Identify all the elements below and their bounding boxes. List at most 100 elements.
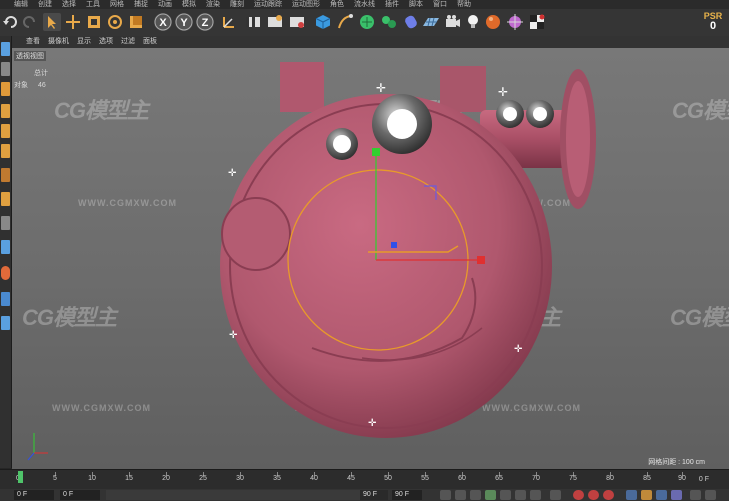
timeline-menu-button[interactable] [705, 490, 716, 500]
autokey-button[interactable] [588, 490, 599, 500]
goto-end-button[interactable] [530, 490, 541, 500]
sculpt-tool-icon[interactable] [506, 13, 524, 31]
points-mode-icon[interactable] [1, 104, 10, 118]
record-button[interactable] [573, 490, 584, 500]
cube-primitive-icon[interactable] [314, 13, 332, 31]
current-frame-field[interactable]: 0 F [14, 490, 54, 500]
menu-create[interactable]: 创建 [38, 0, 52, 9]
preview-end-field[interactable]: 90 F [360, 490, 388, 500]
key-scale-button[interactable] [641, 490, 652, 500]
y-axis-lock-button[interactable]: Y [175, 13, 193, 31]
scale-tool-icon[interactable] [85, 13, 103, 31]
snap-icon[interactable] [1, 266, 10, 280]
play-button[interactable] [485, 490, 496, 500]
light-bulb-icon[interactable] [464, 13, 482, 31]
menu-animate[interactable]: 动画 [158, 0, 172, 9]
start-frame-field[interactable]: 0 F [60, 490, 100, 500]
z-axis-lock-button[interactable]: Z [196, 13, 214, 31]
polygons-mode-icon[interactable] [1, 144, 10, 158]
recent-tool-icon[interactable] [127, 13, 145, 31]
move-tool-icon[interactable] [64, 13, 82, 31]
menu-script[interactable]: 脚本 [409, 0, 423, 9]
menu-help[interactable]: 帮助 [457, 0, 471, 9]
undo-icon[interactable] [2, 13, 20, 31]
make-editable-icon[interactable] [1, 42, 10, 56]
end-frame-field[interactable]: 90 F [392, 490, 422, 500]
timeline-end-frame: 0 F [698, 476, 709, 483]
menu-window[interactable]: 窗口 [433, 0, 447, 9]
rotate-tool-icon[interactable] [106, 13, 124, 31]
menu-simulate[interactable]: 模拟 [182, 0, 196, 9]
next-key-button[interactable] [515, 490, 526, 500]
psr-indicator: PSR 0 [703, 11, 723, 32]
goto-start-button[interactable] [440, 490, 451, 500]
viewport-menu-view[interactable]: 查看 [26, 36, 40, 48]
floor-environment-icon[interactable] [422, 13, 440, 31]
timeline[interactable]: 0 5 10 15 20 25 30 35 40 45 50 55 60 65 … [0, 469, 729, 490]
texture-mode-icon[interactable] [1, 82, 10, 96]
viewport-menu-display[interactable]: 显示 [77, 36, 91, 48]
menu-pipeline[interactable]: 流水线 [354, 0, 375, 9]
main-toolbar: X Y Z PSR 0 [0, 9, 729, 37]
prev-key-button[interactable] [455, 490, 466, 500]
viewport-menu-panel[interactable]: 面板 [143, 36, 157, 48]
preview-range-slider[interactable] [106, 490, 386, 500]
menu-select[interactable]: 选择 [62, 0, 76, 9]
prev-frame-button[interactable] [470, 490, 481, 500]
menu-plugins[interactable]: 插件 [385, 0, 399, 9]
menu-sculpt[interactable]: 雕刻 [230, 0, 244, 9]
key-rotation-button[interactable] [656, 490, 667, 500]
perspective-viewport[interactable]: 透视视图 总计 对象 46 CG模型主 CG模型主 CG模型主 WWW.CGMX… [12, 48, 729, 469]
edges-mode-icon[interactable] [1, 124, 10, 138]
model-mode-icon[interactable] [1, 62, 10, 76]
menu-snap[interactable]: 捕捉 [134, 0, 148, 9]
menu-bar: 编辑 创建 选择 工具 网格 捕捉 动画 模拟 渲染 雕刻 运动跟踪 运动图形 … [0, 0, 729, 9]
gizmo-y-handle[interactable] [372, 148, 380, 156]
next-frame-button[interactable] [500, 490, 511, 500]
cloner-icon[interactable] [380, 13, 398, 31]
viewport-solo-icon[interactable] [1, 216, 10, 230]
render-view-icon[interactable] [244, 13, 262, 31]
gizmo-z-handle[interactable] [391, 242, 397, 248]
keyframe-selection-button[interactable] [603, 490, 614, 500]
key-position-button[interactable] [626, 490, 637, 500]
menu-render[interactable]: 渲染 [206, 0, 220, 9]
enable-axis-icon[interactable] [1, 168, 10, 182]
coordinate-system-icon[interactable] [220, 13, 238, 31]
deformer-icon[interactable] [402, 13, 420, 31]
material-sphere-icon[interactable] [484, 13, 502, 31]
key-param-button[interactable] [671, 490, 682, 500]
pump-housing-model[interactable]: ✛ ✛ ✛ ✛ ✛ ✛ [12, 48, 729, 469]
timeline-ruler[interactable]: 0 5 10 15 20 25 30 35 40 45 50 55 60 65 … [14, 472, 686, 488]
menu-edit[interactable]: 编辑 [14, 0, 28, 9]
timeline-playhead[interactable] [18, 471, 23, 483]
menu-mesh[interactable]: 网格 [110, 0, 124, 9]
workplane-icon[interactable] [1, 240, 10, 254]
viewport-menu-filter[interactable]: 过滤 [121, 36, 135, 48]
menu-character[interactable]: 角色 [330, 0, 344, 9]
pla-button[interactable] [690, 490, 701, 500]
loop-button[interactable] [550, 490, 561, 500]
menu-tools[interactable]: 工具 [86, 0, 100, 9]
side-cover-disc [221, 197, 291, 271]
timeline-tick-label: 60 [458, 475, 466, 482]
locked-workplane-icon[interactable] [1, 292, 10, 306]
checker-tag-icon[interactable] [528, 13, 546, 31]
viewport-menu-bar: 查看 摄像机 显示 选项 过滤 面板 [12, 36, 729, 48]
render-settings-icon[interactable] [288, 13, 306, 31]
select-arrow-icon[interactable] [43, 13, 61, 31]
viewport-menu-options[interactable]: 选项 [99, 36, 113, 48]
redo-icon[interactable] [20, 13, 38, 31]
menu-motion-tracking[interactable]: 运动跟踪 [254, 0, 282, 9]
subdivision-surface-icon[interactable] [358, 13, 376, 31]
viewport-menu-cameras[interactable]: 摄像机 [48, 36, 69, 48]
camera-icon[interactable] [444, 13, 462, 31]
menu-mograph[interactable]: 运动图形 [292, 0, 320, 9]
gizmo-x-handle[interactable] [477, 256, 485, 264]
render-picture-viewer-icon[interactable] [266, 13, 284, 31]
tweak-mode-icon[interactable] [1, 192, 10, 206]
x-axis-lock-button[interactable]: X [154, 13, 172, 31]
timeline-tick-label: 5 [53, 475, 57, 482]
planar-workplane-icon[interactable] [1, 316, 10, 330]
pen-spline-icon[interactable] [336, 13, 354, 31]
